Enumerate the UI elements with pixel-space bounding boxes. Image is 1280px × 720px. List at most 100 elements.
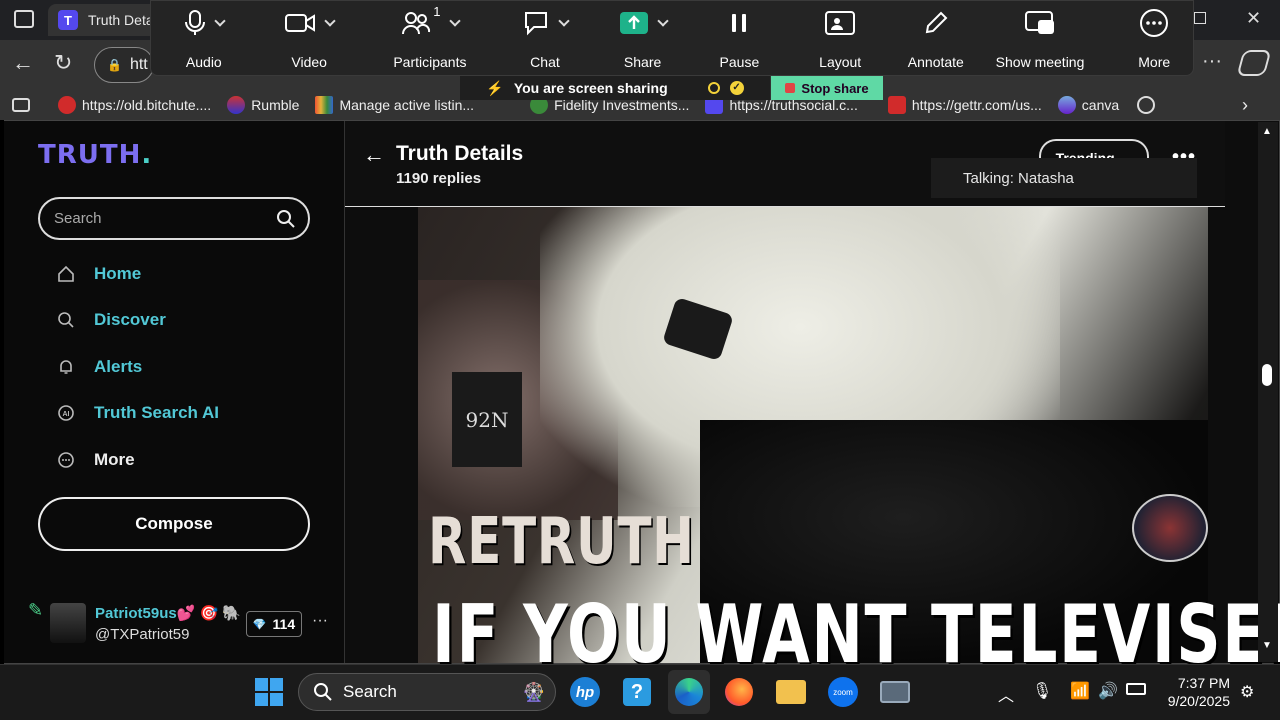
system-clock[interactable]: 7:37 PM 9/20/2025 xyxy=(1160,674,1230,710)
layout-button[interactable]: Layout xyxy=(801,1,879,77)
bookmark-ebay[interactable]: Manage active listin... xyxy=(315,96,474,114)
scrollbar[interactable] xyxy=(1258,122,1278,662)
stop-share-button[interactable]: Stop share xyxy=(771,76,883,100)
search-input[interactable]: Search xyxy=(38,197,310,240)
profile-more-icon[interactable]: ··· xyxy=(312,612,328,630)
close-window-icon[interactable]: ✕ xyxy=(1246,8,1261,29)
truth-logo[interactable]: TRUTH. xyxy=(38,140,152,170)
layout-icon xyxy=(825,11,856,35)
maga-watermark-icon xyxy=(1132,494,1208,562)
bitchute-icon xyxy=(58,96,76,114)
tray-chevron-icon[interactable]: ︿ xyxy=(998,682,1014,706)
browser-tab[interactable]: T Truth Deta xyxy=(48,4,158,36)
ebay-icon xyxy=(315,96,334,114)
search-placeholder: Search xyxy=(54,210,102,227)
video-button[interactable]: Video xyxy=(261,1,358,77)
more-button[interactable]: More xyxy=(1115,1,1193,77)
record-icon xyxy=(707,82,720,94)
back-arrow-icon[interactable]: ← xyxy=(363,142,385,168)
bookmark-bitchute[interactable]: https://old.bitchute.... xyxy=(58,96,211,114)
chevron-down-icon[interactable] xyxy=(324,15,336,27)
video-camera-icon xyxy=(285,14,316,32)
points-badge[interactable]: 💎 114 xyxy=(246,611,302,637)
remote-desktop-icon[interactable] xyxy=(878,676,912,708)
tab-actions-icon[interactable] xyxy=(14,10,34,28)
microphone-icon xyxy=(184,10,205,35)
replies-count: 1190 replies xyxy=(396,170,482,187)
zoom-toolbar: Audio Video 1 Participants Chat Share Pa… xyxy=(150,0,1194,76)
edit-profile-icon[interactable]: ✎ xyxy=(28,600,43,621)
profile-handle: @TXPatriot59 xyxy=(95,626,190,643)
shield-check-icon: ✓ xyxy=(729,81,744,95)
globe-icon[interactable] xyxy=(1137,96,1156,114)
address-text: htt xyxy=(129,56,148,73)
share-screen-icon xyxy=(619,12,648,34)
sidebar-item-discover[interactable]: Discover xyxy=(56,310,166,330)
diamond-icon: 💎 xyxy=(252,618,267,631)
tab-title: Truth Deta xyxy=(88,12,154,28)
bookmark-rumble[interactable]: Rumble xyxy=(227,96,299,114)
sidebar-item-truth-search-ai[interactable]: AI Truth Search AI xyxy=(56,403,219,423)
hp-app-icon[interactable]: hp xyxy=(568,676,602,708)
video-microphone: 92N xyxy=(452,372,522,467)
lock-icon: 🔒 xyxy=(107,58,122,72)
edge-browser-icon[interactable] xyxy=(668,670,710,714)
audio-button[interactable]: Audio xyxy=(165,1,243,77)
show-meeting-icon xyxy=(1025,11,1055,34)
chat-button[interactable]: Chat xyxy=(506,1,584,77)
chevron-right-icon[interactable]: › xyxy=(1242,95,1248,116)
truth-favicon-icon: T xyxy=(58,10,78,30)
canva-icon xyxy=(1057,96,1076,114)
bookmark-gettr[interactable]: https://gettr.com/us... xyxy=(887,96,1042,114)
wifi-icon[interactable]: 📶 xyxy=(1070,681,1090,701)
zoom-app-icon[interactable]: zoom xyxy=(826,676,860,708)
get-help-icon[interactable]: ? xyxy=(620,676,654,708)
ai-icon: AI xyxy=(56,403,76,423)
notification-icon[interactable]: ⚙ xyxy=(1240,682,1254,702)
pause-button[interactable]: Pause xyxy=(705,1,773,77)
sidebar-item-home[interactable]: Home xyxy=(56,264,141,284)
taskbar-search[interactable]: Search 🎡 xyxy=(298,673,556,711)
avatar[interactable] xyxy=(50,603,86,643)
profile-name: Patriot59us💕 🎯 🐘 xyxy=(95,605,242,622)
gettr-icon xyxy=(887,96,906,114)
show-meeting-button[interactable]: Show meeting xyxy=(987,1,1094,77)
volume-icon[interactable]: 🔊 xyxy=(1098,681,1118,701)
share-button[interactable]: Share xyxy=(604,1,682,77)
refresh-icon[interactable]: ↻ xyxy=(54,50,72,76)
stop-icon xyxy=(785,83,796,93)
sidebar-item-more[interactable]: More xyxy=(56,450,135,470)
video-caption-retruth: RETRUTH xyxy=(428,505,695,579)
battery-icon[interactable] xyxy=(1126,683,1146,695)
lightning-icon: ⚡ xyxy=(486,79,504,96)
more-icon xyxy=(1140,9,1169,37)
firefox-icon[interactable] xyxy=(722,676,756,708)
chevron-down-icon[interactable] xyxy=(214,15,226,27)
chat-icon xyxy=(524,12,547,36)
scroll-up-icon[interactable]: ▲ xyxy=(1262,126,1272,137)
bell-icon xyxy=(56,357,76,377)
back-icon[interactable]: ← xyxy=(12,50,34,76)
chevron-down-icon[interactable] xyxy=(656,15,669,27)
restore-window-icon[interactable] xyxy=(1194,12,1206,24)
chevron-down-icon[interactable] xyxy=(448,15,461,27)
compose-button[interactable]: Compose xyxy=(38,497,310,551)
chevron-down-icon[interactable] xyxy=(558,15,570,27)
file-explorer-icon[interactable] xyxy=(774,676,808,708)
windows-start-icon[interactable] xyxy=(255,678,283,706)
home-icon xyxy=(56,264,76,284)
mic-tray-icon[interactable]: 🎙 xyxy=(1032,681,1052,701)
annotate-button[interactable]: Annotate xyxy=(897,1,975,77)
pause-icon xyxy=(732,14,747,32)
search-icon xyxy=(314,683,332,701)
talking-indicator: Talking: Natasha xyxy=(931,158,1197,198)
reading-list-icon[interactable] xyxy=(12,98,30,112)
scrollbar-thumb[interactable] xyxy=(1262,364,1272,386)
address-bar[interactable]: 🔒 htt xyxy=(94,47,154,83)
sidebar-item-alerts[interactable]: Alerts xyxy=(56,357,142,377)
participants-icon xyxy=(402,12,431,35)
scroll-down-icon[interactable]: ▼ xyxy=(1262,640,1272,651)
browser-menu-icon[interactable]: ··· xyxy=(1202,50,1222,73)
bookmark-canva[interactable]: canva xyxy=(1057,96,1119,114)
participants-button[interactable]: 1 Participants xyxy=(372,1,488,77)
